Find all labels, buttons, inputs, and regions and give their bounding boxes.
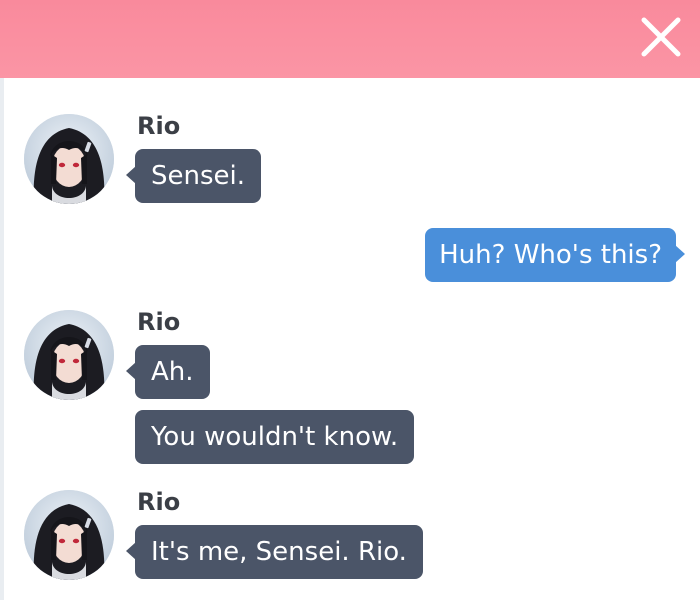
avatar[interactable] [24,114,114,204]
avatar[interactable] [24,490,114,580]
rio-avatar-icon [24,310,114,400]
message-list: Rio Sensei. Huh? Who's this? Rio Ah. You… [0,78,700,600]
close-button[interactable] [638,14,684,60]
sender-name: Rio [137,112,181,140]
rio-avatar-icon [24,490,114,580]
message-bubble-outgoing: Huh? Who's this? [425,228,685,282]
close-icon [641,17,681,57]
message-bubble: Ah. [126,345,210,399]
sender-name: Rio [137,488,181,516]
message-bubble: You wouldn't know. [135,410,415,464]
message-bubble: Sensei. [125,149,262,203]
avatar[interactable] [24,310,114,400]
chat-window: Rio Sensei. Huh? Who's this? Rio Ah. You… [0,0,700,600]
rio-avatar-icon [24,114,114,204]
header-bar [0,0,700,78]
message-bubble: It's me, Sensei. Rio. [126,525,423,579]
sender-name: Rio [137,308,181,336]
